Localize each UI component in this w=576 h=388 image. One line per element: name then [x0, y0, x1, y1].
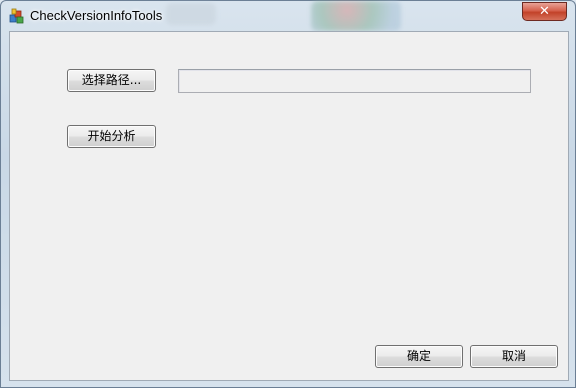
cancel-button[interactable]: 取消	[470, 345, 558, 368]
window-title: CheckVersionInfoTools	[30, 8, 163, 23]
client-area: 选择路径... 开始分析 确定 取消	[9, 31, 569, 381]
path-field[interactable]	[178, 69, 531, 93]
app-window: CheckVersionInfoTools ✕ 选择路径... 开始分析 确定 …	[0, 0, 576, 388]
app-icon	[9, 8, 25, 24]
title-bar[interactable]: CheckVersionInfoTools ✕	[1, 1, 575, 31]
close-icon: ✕	[539, 4, 550, 19]
start-analysis-button[interactable]: 开始分析	[67, 125, 156, 148]
ok-button[interactable]: 确定	[375, 345, 463, 368]
select-path-button[interactable]: 选择路径...	[67, 69, 156, 92]
close-button[interactable]: ✕	[522, 2, 567, 21]
